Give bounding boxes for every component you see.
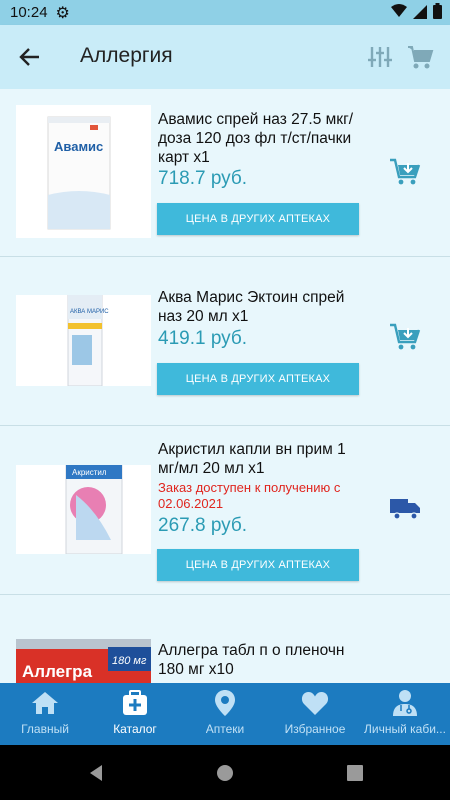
product-price: 419.1 руб. xyxy=(158,328,248,349)
product-price: 718.7 руб. xyxy=(158,168,248,189)
product-card[interactable]: Авамис Авамис спрей наз 27.5 мкг/доза 12… xyxy=(0,89,450,257)
availability-note: Заказ доступен к получению с 02.06.2021 xyxy=(158,480,341,511)
sliders-icon xyxy=(368,47,392,67)
nav-label: Личный каби... xyxy=(364,722,446,736)
delivery-truck-icon[interactable] xyxy=(388,493,422,523)
product-box-label: АКВА МАРИС xyxy=(70,309,109,315)
nav-item-favorites[interactable]: Избранное xyxy=(270,683,360,745)
battery-icon xyxy=(433,3,442,19)
nav-item-profile[interactable]: Личный каби... xyxy=(360,683,450,745)
product-box-label: Авамис xyxy=(54,139,103,154)
product-card[interactable]: Аллегра 180 мг Аллегра табл п о пленочн … xyxy=(0,595,450,683)
home-icon xyxy=(32,692,58,714)
location-pin-icon xyxy=(215,690,235,716)
system-back-icon[interactable] xyxy=(86,763,106,783)
nav-label: Аптеки xyxy=(205,722,245,736)
cart-icon xyxy=(408,46,434,69)
product-image: Авамис xyxy=(16,105,151,238)
page-title: Аллергия xyxy=(80,44,173,67)
other-pharmacies-price-button[interactable]: ЦЕНА В ДРУГИХ АПТЕКАХ xyxy=(157,549,359,581)
product-list: Авамис Авамис спрей наз 27.5 мкг/доза 12… xyxy=(0,89,450,683)
filter-button[interactable] xyxy=(366,43,394,71)
system-home-icon[interactable] xyxy=(215,763,235,783)
app-bar: Аллергия xyxy=(0,25,450,89)
nav-label: Каталог xyxy=(113,722,157,736)
status-bar: 10:24 ⚙ xyxy=(0,0,450,25)
product-box-label: Акристил xyxy=(72,468,107,477)
product-name[interactable]: Аллегра табл п о пленочн 180 мг х10 xyxy=(158,641,363,679)
settings-status-icon: ⚙ xyxy=(55,4,70,22)
add-to-cart-icon[interactable] xyxy=(388,157,422,187)
arrow-back-icon xyxy=(19,48,39,66)
nav-item-pharmacies[interactable]: Аптеки xyxy=(180,683,270,745)
profile-icon xyxy=(393,690,417,716)
heart-icon xyxy=(301,692,329,715)
product-image: Аллегра 180 мг xyxy=(16,639,151,683)
product-image: Акристил xyxy=(16,465,151,554)
system-navigation-bar xyxy=(0,745,450,800)
nav-item-catalog[interactable]: Каталог xyxy=(90,683,180,745)
product-card[interactable]: АКВА МАРИС Аква Марис Эктоин спрей наз 2… xyxy=(0,257,450,426)
bottom-navigation: Главный Каталог Аптеки Избранное Личный … xyxy=(0,683,450,745)
nav-label: Главный xyxy=(21,722,69,736)
product-price: 267.8 руб. xyxy=(158,515,248,536)
add-to-cart-icon[interactable] xyxy=(388,322,422,352)
cart-button[interactable] xyxy=(406,43,434,71)
product-box-dose: 180 мг xyxy=(112,655,147,667)
product-name[interactable]: Аква Марис Эктоин спрей наз 20 мл х1 xyxy=(158,288,363,326)
wifi-icon xyxy=(391,4,407,17)
back-button[interactable] xyxy=(16,43,44,71)
nav-label: Избранное xyxy=(284,722,346,736)
product-card[interactable]: Акристил Акристил капли вн прим 1 мг/мл … xyxy=(0,426,450,595)
product-name[interactable]: Акристил капли вн прим 1 мг/мл 20 мл х1 xyxy=(158,440,363,478)
nav-item-home[interactable]: Главный xyxy=(0,683,90,745)
catalog-icon xyxy=(123,690,147,715)
product-image: АКВА МАРИС xyxy=(16,295,151,386)
other-pharmacies-price-button[interactable]: ЦЕНА В ДРУГИХ АПТЕКАХ xyxy=(157,363,359,395)
signal-icon xyxy=(413,5,427,19)
product-box-label: Аллегра xyxy=(22,662,93,681)
product-name[interactable]: Авамис спрей наз 27.5 мкг/доза 120 доз ф… xyxy=(158,110,363,167)
status-time: 10:24 xyxy=(10,4,48,21)
other-pharmacies-price-button[interactable]: ЦЕНА В ДРУГИХ АПТЕКАХ xyxy=(157,203,359,235)
status-indicators xyxy=(391,3,442,19)
system-recents-icon[interactable] xyxy=(346,764,364,782)
